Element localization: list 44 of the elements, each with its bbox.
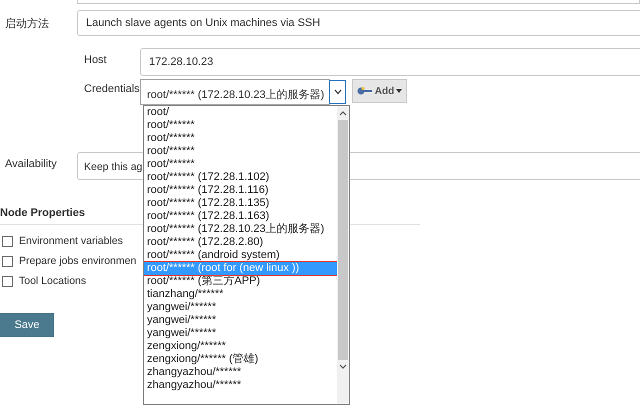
dropdown-option[interactable]: root/****** <box>144 119 337 132</box>
dropdown-option[interactable]: root/****** <box>144 132 337 145</box>
field-label: Host <box>83 53 108 66</box>
dropdown-option[interactable]: root/****** (172.28.2.80) <box>144 236 337 249</box>
add-button[interactable]: Add <box>352 79 407 103</box>
dropdown-option[interactable]: root/****** (第三方APP) <box>144 275 337 288</box>
field-label: Availability <box>4 157 58 170</box>
key-icon <box>356 87 373 95</box>
scroll-thumb[interactable] <box>338 120 348 360</box>
save-button[interactable]: Save <box>0 313 54 337</box>
scroll-down-icon[interactable] <box>339 364 347 370</box>
dropdown-option[interactable]: root/****** (172.28.10.23上的服务器) <box>144 223 337 236</box>
dropdown-option[interactable]: root/****** (android system) <box>144 249 337 262</box>
caret-icon <box>334 89 342 95</box>
checkbox-label: Prepare jobs environmen <box>19 255 136 267</box>
checkbox-label: Tool Locations <box>19 275 86 287</box>
dropdown-option[interactable]: root/****** (172.28.1.135) <box>144 197 337 210</box>
dropdown-option[interactable]: root/ <box>144 106 337 119</box>
section-title: Node Properties <box>0 207 85 219</box>
field-label: 启动方法 <box>4 16 50 31</box>
checkbox[interactable] <box>2 236 13 246</box>
dropdown-option[interactable]: root/****** (172.28.1.116) <box>144 184 337 197</box>
dropdown-option[interactable]: yangwei/****** <box>144 314 337 327</box>
checkbox[interactable] <box>2 256 13 266</box>
dropdown-option[interactable]: tianzhang/****** <box>144 288 337 301</box>
dropdown-option[interactable]: root/****** <box>144 158 337 171</box>
launch-method-select[interactable]: Launch slave agents on Unix machines via SSH <box>77 10 640 36</box>
dropdown-option[interactable]: yangwei/****** <box>144 301 337 314</box>
dropdown-option[interactable]: root/****** (172.28.1.163) <box>144 210 337 223</box>
dropdown-option[interactable]: zengxiong/****** <box>144 340 337 353</box>
dropdown-option[interactable]: yangwei/****** <box>144 327 337 340</box>
dropdown-option[interactable]: zengxiong/****** (管雄) <box>144 353 337 366</box>
credentials-select[interactable]: root/****** (172.28.10.23上的服务器) <box>140 79 330 105</box>
input-field[interactable] <box>77 0 640 4</box>
checkbox[interactable] <box>2 276 13 286</box>
dropdown-button[interactable] <box>329 80 346 104</box>
scroll-up-icon[interactable] <box>339 110 347 116</box>
host-field[interactable]: 172.28.10.23 <box>140 48 640 76</box>
scrollbar[interactable] <box>337 106 349 404</box>
field-label: Credentials <box>83 82 140 95</box>
checkbox-label: Environment variables <box>19 235 123 247</box>
dropdown-option[interactable]: zhangyazhou/****** <box>144 379 337 392</box>
caret-icon <box>396 89 402 93</box>
dropdown-option[interactable]: zhangyazhou/****** <box>144 366 337 379</box>
